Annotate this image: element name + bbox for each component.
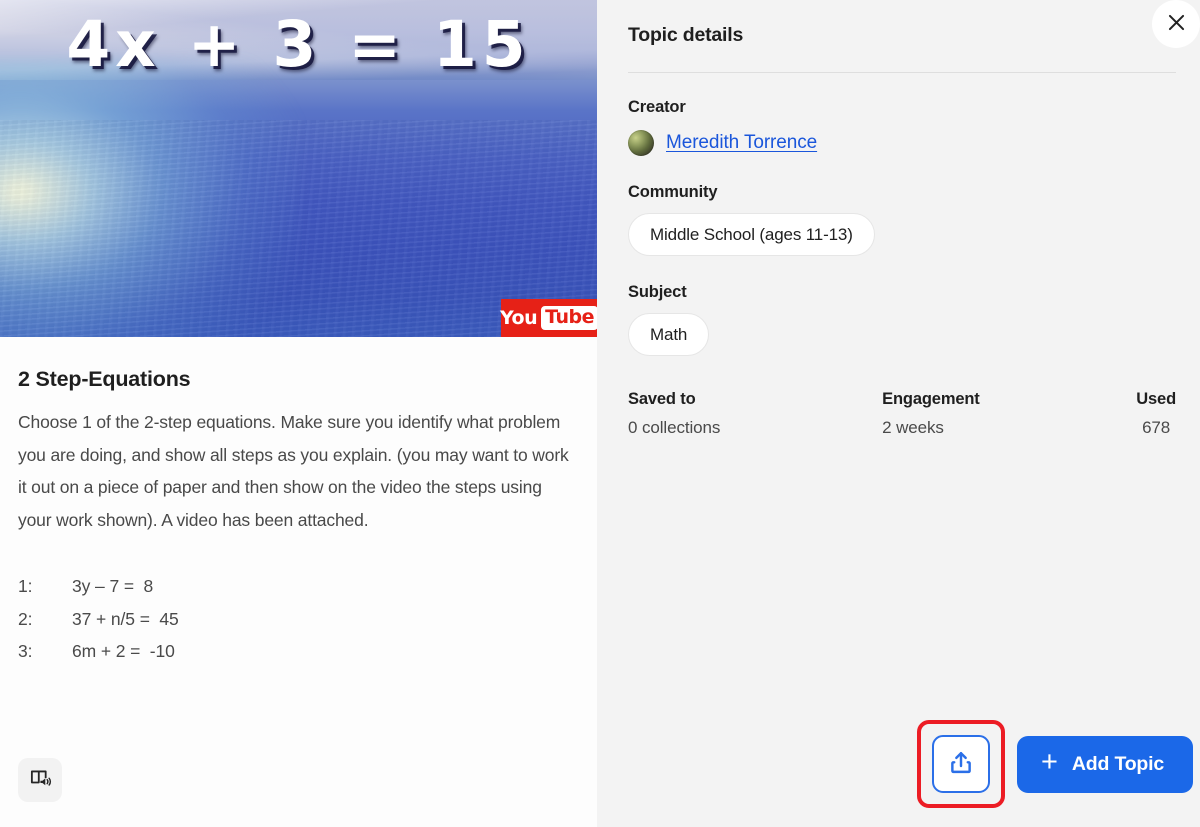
stat-value: 0 collections — [628, 418, 721, 437]
page-title: 2 Step-Equations — [18, 367, 191, 391]
topic-content-pane: 4x + 3 = 15 You Tube 2 Step-Equations Ch… — [0, 0, 597, 827]
stat-used: Used 678 — [1136, 390, 1176, 438]
equation-number: 1: — [18, 576, 33, 597]
add-topic-button[interactable]: + Add Topic — [1016, 735, 1193, 793]
video-thumbnail[interactable]: 4x + 3 = 15 You Tube — [0, 0, 597, 337]
close-button[interactable] — [1152, 0, 1200, 48]
panel-title: Topic details — [628, 24, 744, 46]
topic-text-block: 2 Step-Equations Choose 1 of the 2-step … — [0, 337, 597, 668]
equation-expression: 37 + n/5 = 45 — [72, 608, 179, 629]
equation-expression: 3y – 7 = 8 — [72, 576, 154, 597]
topic-details-panel: Topic details Creator Meredith Torrence … — [597, 0, 1200, 827]
plus-icon: + — [1040, 746, 1058, 778]
subject-field: Subject Math — [628, 283, 1176, 356]
creator-link[interactable]: Meredith Torrence — [666, 132, 817, 154]
equation-row: 3: 6m + 2 = -10 — [18, 635, 575, 667]
stat-saved-to: Saved to 0 collections — [628, 390, 882, 438]
close-icon — [1166, 12, 1187, 36]
equation-number: 3: — [18, 641, 33, 662]
subject-chip[interactable]: Math — [628, 313, 710, 356]
community-chip[interactable]: Middle School (ages 11-13) — [628, 213, 875, 256]
immersive-reader-button[interactable] — [18, 758, 62, 802]
stats-row: Saved to 0 collections Engagement 2 week… — [628, 390, 1176, 438]
add-topic-label: Add Topic — [1071, 752, 1164, 775]
immersive-reader-icon — [29, 767, 52, 793]
share-button-highlight — [916, 720, 1005, 808]
topic-description: Choose 1 of the 2-step equations. Make s… — [18, 412, 569, 530]
community-field: Community Middle School (ages 11-13) — [628, 183, 1176, 256]
community-label: Community — [628, 183, 718, 201]
youtube-logo-tube: Tube — [541, 306, 597, 330]
stat-engagement: Engagement 2 weeks — [882, 390, 1136, 438]
topic-details-screen: 4x + 3 = 15 You Tube 2 Step-Equations Ch… — [0, 0, 1200, 827]
creator-row: Meredith Torrence — [628, 130, 1176, 156]
stat-value: 678 — [1142, 418, 1171, 437]
share-button[interactable] — [931, 735, 990, 793]
panel-divider — [628, 72, 1176, 73]
youtube-logo-you: You — [500, 306, 538, 329]
creator-field: Creator Meredith Torrence — [628, 98, 1176, 156]
stat-label: Used — [1136, 390, 1176, 408]
equation-number: 2: — [18, 608, 33, 629]
avatar — [628, 130, 654, 156]
equation-expression: 6m + 2 = -10 — [72, 641, 175, 662]
creator-label: Creator — [628, 98, 686, 116]
stat-value: 2 weeks — [882, 418, 944, 437]
stat-label: Saved to — [628, 390, 696, 408]
equation-row: 1: 3y – 7 = 8 — [18, 570, 575, 602]
subject-label: Subject — [628, 283, 687, 301]
youtube-logo[interactable]: You Tube — [500, 299, 597, 337]
equation-row: 2: 37 + n/5 = 45 — [18, 603, 575, 635]
thumbnail-equation-text: 4x + 3 = 15 — [66, 8, 531, 81]
equation-list: 1: 3y – 7 = 8 2: 37 + n/5 = 45 3: 6m + 2… — [18, 570, 575, 667]
share-icon — [947, 749, 975, 780]
stat-label: Engagement — [882, 390, 980, 408]
panel-actions: + Add Topic — [916, 720, 1193, 808]
